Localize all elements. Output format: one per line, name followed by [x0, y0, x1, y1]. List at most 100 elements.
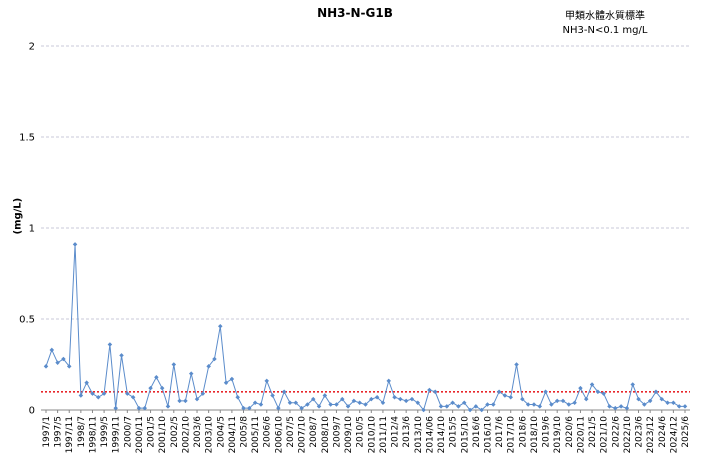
data-point: [543, 389, 548, 395]
x-tick-label: 2007/5: [286, 416, 296, 448]
data-point: [682, 404, 688, 409]
x-tick-label: 1998/7: [77, 416, 87, 448]
x-tick-label: 2020/6: [565, 416, 575, 448]
x-tick-label: 2021/10: [600, 416, 610, 454]
data-point: [438, 404, 444, 409]
series-group: [43, 242, 688, 413]
y-tick-label: 0.5: [19, 315, 35, 326]
y-tick-label: 2: [29, 42, 35, 53]
x-tick-label: 2005/11: [251, 416, 261, 453]
x-tick-label: 2016/6: [472, 416, 482, 448]
x-tick-label: 2017/6: [495, 416, 505, 448]
x-tick-label: 1997/1: [42, 416, 52, 448]
x-tick-label: 2000/7: [123, 416, 133, 448]
x-tick-label: 2013/10: [414, 416, 424, 454]
x-tick-label: 2006/10: [274, 416, 284, 454]
data-point: [392, 394, 397, 400]
data-point: [223, 380, 229, 385]
x-tick-label: 2004/11: [228, 416, 238, 453]
data-point: [188, 371, 194, 376]
data-point: [72, 242, 78, 247]
x-tick-label: 2001/5: [147, 416, 157, 448]
x-tick-label: 2015/10: [460, 416, 470, 454]
x-tick-label: 1997/5: [54, 416, 64, 448]
x-tick-label: 2022/6: [611, 416, 621, 448]
data-point: [531, 402, 537, 407]
y-ticks: 0 0.5 1 1.5 2: [19, 42, 35, 417]
x-tick-label: 2017/10: [507, 416, 517, 454]
x-tick-label: 2003/6: [193, 416, 203, 448]
x-tick-label: 2025/6: [681, 416, 691, 448]
data-point: [514, 362, 519, 367]
x-ticks: 1997/1 1997/5 1997/11 1998/7 1998/11 1999/5 19…: [42, 410, 691, 453]
data-point: [171, 362, 177, 367]
data-point: [264, 378, 270, 384]
data-point: [572, 400, 577, 405]
data-point: [502, 393, 508, 398]
x-tick-label: 2012/4: [391, 416, 401, 448]
data-point: [403, 398, 409, 404]
x-tick-label: 1999/5: [100, 416, 110, 448]
x-tick-label: 2004/5: [216, 416, 226, 448]
data-point: [270, 393, 275, 398]
data-point: [630, 382, 635, 387]
data-point: [560, 398, 566, 404]
x-tick-label: 1999/11: [112, 416, 122, 453]
y-tick-label: 1: [29, 224, 35, 235]
data-point: [78, 393, 84, 398]
y-tick-label: 0: [29, 406, 35, 417]
x-tick-label: 2003/10: [205, 416, 215, 454]
x-tick-label: 2014/06: [425, 416, 435, 454]
x-tick-label: 2016/10: [483, 416, 493, 454]
x-tick-label: 2008/10: [321, 416, 331, 454]
x-tick-label: 2024/6: [658, 416, 668, 448]
data-point: [496, 389, 502, 395]
x-tick-label: 2011/11: [379, 416, 389, 453]
x-tick-label: 2021/5: [588, 416, 598, 448]
data-point: [154, 374, 159, 380]
data-point: [537, 404, 543, 409]
data-point: [177, 398, 182, 404]
data-point: [96, 394, 101, 400]
data-point: [386, 378, 391, 384]
data-point: [578, 385, 583, 391]
data-point: [398, 396, 403, 402]
data-point: [229, 376, 235, 382]
data-point: [55, 360, 60, 365]
data-point: [671, 400, 676, 405]
data-point: [119, 353, 124, 358]
data-point: [357, 400, 362, 405]
x-tick-label: 1998/11: [88, 416, 98, 453]
x-tick-label: 2023/6: [635, 416, 645, 448]
data-point: [491, 402, 496, 407]
x-tick-label: 2013/6: [402, 416, 412, 448]
x-tick-label: 2019/6: [542, 416, 552, 448]
data-point: [618, 404, 624, 409]
series-line: [45, 244, 685, 412]
data-point: [165, 404, 171, 409]
x-tick-label: 1997/11: [65, 416, 75, 453]
data-point: [549, 402, 554, 407]
data-point: [566, 402, 572, 407]
data-point: [43, 364, 49, 369]
data-point: [583, 396, 589, 402]
x-tick-label: 2023/12: [646, 416, 656, 453]
data-point: [235, 394, 240, 400]
data-point: [159, 385, 165, 391]
x-tick-label: 2010/5: [356, 416, 366, 448]
data-point: [148, 385, 153, 391]
x-tick-label: 2005/8: [240, 416, 250, 448]
y-tick-label: 1.5: [19, 133, 35, 144]
x-tick-label: 2015/5: [449, 416, 459, 448]
gridlines: [41, 45, 690, 320]
x-tick-label: 2018/10: [530, 416, 540, 454]
x-tick-label: 2002/5: [170, 416, 180, 448]
data-point: [107, 342, 113, 347]
data-point: [508, 394, 513, 400]
x-tick-label: 2019/10: [553, 416, 563, 454]
x-tick-label: 2024/12: [669, 416, 679, 453]
x-tick-label: 2008/7: [309, 416, 319, 448]
data-point: [676, 404, 682, 409]
x-tick-label: 2018/6: [518, 416, 528, 448]
data-point: [554, 398, 560, 404]
